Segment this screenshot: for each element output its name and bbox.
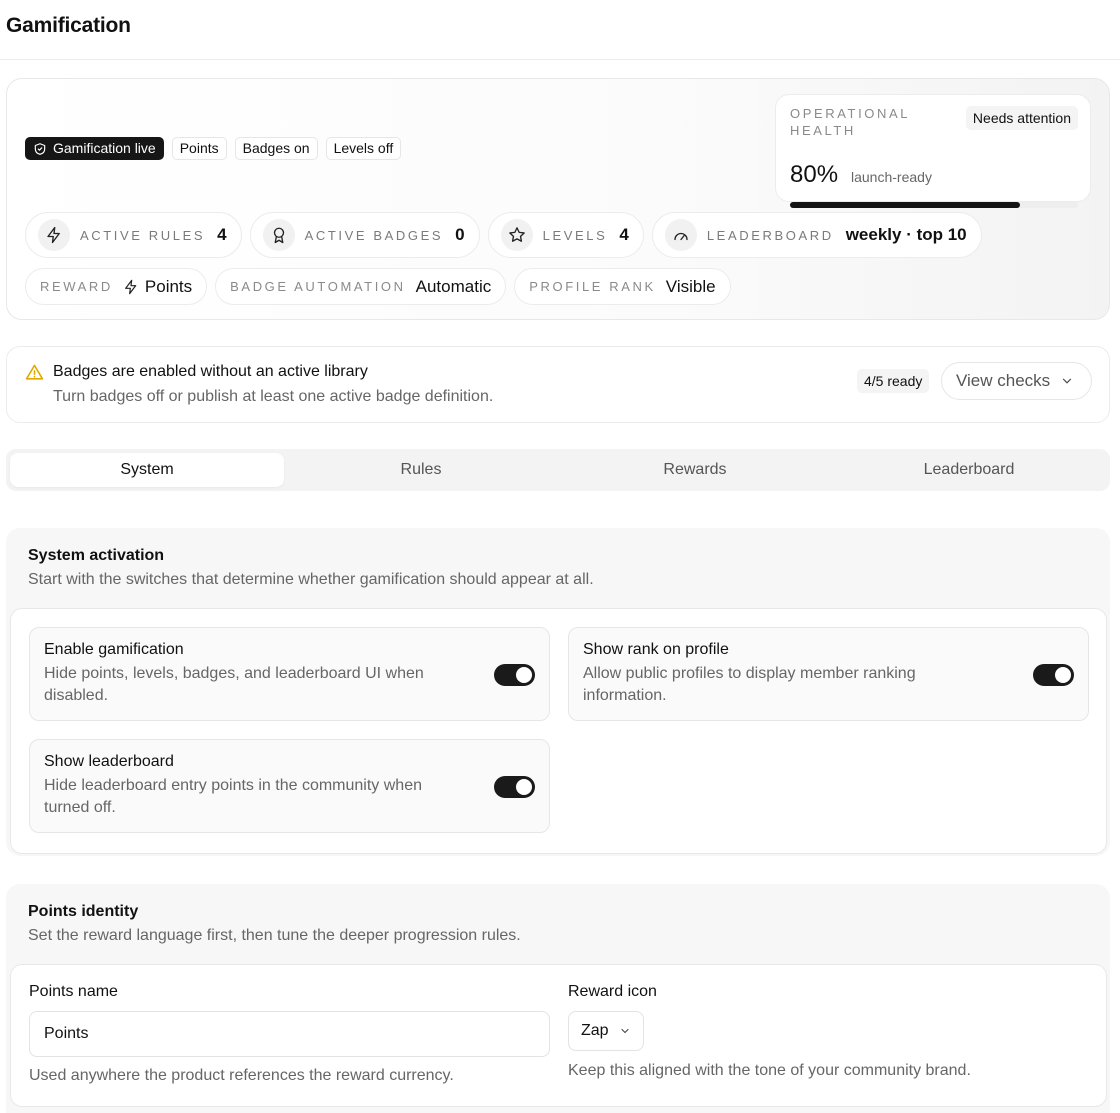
view-checks-button[interactable]: View checks: [941, 362, 1092, 400]
page-header: Gamification: [0, 0, 1120, 60]
shield-check-icon: [34, 142, 46, 155]
chevron-down-icon: [621, 1028, 629, 1034]
badge-library-alert: Badges are enabled without an active lib…: [6, 346, 1110, 423]
show-rank-switch[interactable]: [1033, 664, 1074, 686]
chevron-down-icon: [1063, 378, 1072, 384]
meta-label: BADGE AUTOMATION: [230, 279, 406, 294]
ready-count-badge: 4/5 ready: [857, 369, 930, 393]
meta-value: Visible: [665, 276, 716, 296]
section-title: System activation: [28, 547, 165, 564]
chip-levels-off: Levels off: [325, 137, 402, 160]
reward-icon-value: Zap: [581, 1022, 609, 1039]
reward-icon-label: Reward icon: [568, 983, 657, 1000]
tab-rules[interactable]: Rules: [284, 453, 558, 487]
toggle-show-rank: Show rank on profile Allow public profil…: [568, 627, 1089, 721]
zap-icon: [124, 279, 137, 294]
needs-attention-badge: Needs attention: [965, 106, 1078, 130]
points-identity-section: Points identity Set the reward language …: [6, 884, 1110, 1113]
status-card: Gamification live Points Badges on Level…: [6, 78, 1110, 320]
status-chips: Gamification live Points Badges on Level…: [25, 137, 402, 160]
toggle-show-leaderboard: Show leaderboard Hide leaderboard entry …: [29, 739, 550, 833]
points-identity-form: Points name Used anywhere the product re…: [10, 964, 1107, 1107]
stat-leaderboard: LEADERBOARD weekly · top 10: [651, 212, 982, 258]
system-activation-section: System activation Start with the switche…: [6, 528, 1110, 856]
tab-system[interactable]: System: [10, 453, 284, 487]
health-note: launch-ready: [851, 169, 932, 185]
section-description: Start with the switches that determine w…: [28, 571, 594, 588]
reward-icon-help: Keep this aligned with the tone of your …: [568, 1062, 971, 1079]
alert-description: Turn badges off or publish at least one …: [53, 388, 494, 405]
stat-value: 0: [455, 225, 465, 244]
stat-value: 4: [619, 225, 629, 244]
points-name-input[interactable]: [29, 1011, 550, 1057]
meta-row: REWARD Points BADGE AUTOMATION Automatic…: [25, 268, 731, 305]
stat-levels: LEVELS 4: [487, 212, 644, 258]
toggle-title: Show rank on profile: [583, 641, 729, 658]
meta-value: Automatic: [415, 276, 492, 296]
health-progress-track: [790, 202, 1078, 208]
meta-profile-rank: PROFILE RANK Visible: [514, 268, 731, 305]
stat-active-badges: ACTIVE BADGES 0: [249, 212, 480, 258]
stat-value: weekly · top 10: [845, 225, 967, 244]
meta-label: PROFILE RANK: [529, 279, 656, 294]
meta-label: REWARD: [40, 279, 113, 294]
zap-icon: [38, 219, 70, 251]
health-percent: 80%: [790, 161, 839, 188]
chip-points: Points: [171, 137, 227, 160]
show-leaderboard-switch[interactable]: [494, 776, 535, 798]
stat-active-rules: ACTIVE RULES 4: [25, 212, 242, 258]
toggle-description: Hide points, levels, badges, and leaderb…: [44, 665, 424, 704]
points-name-label: Points name: [29, 983, 118, 1000]
meta-badge-automation: BADGE AUTOMATION Automatic: [215, 268, 507, 305]
page-title: Gamification: [6, 14, 131, 37]
stats-row: ACTIVE RULES 4 ACTIVE BADGES 0 LEVELS 4 …: [25, 212, 982, 258]
reward-icon-select[interactable]: Zap: [568, 1011, 644, 1051]
chip-label: Gamification live: [53, 140, 156, 156]
stat-label: LEADERBOARD: [706, 227, 834, 243]
stat-label: ACTIVE BADGES: [304, 227, 444, 243]
toggle-title: Show leaderboard: [44, 753, 174, 770]
meta-reward: REWARD Points: [25, 268, 208, 305]
view-checks-label: View checks: [956, 371, 1051, 390]
toggle-description: Allow public profiles to display member …: [583, 665, 916, 704]
section-title: Points identity: [28, 903, 139, 920]
tab-rewards[interactable]: Rewards: [558, 453, 832, 487]
star-icon: [500, 219, 533, 251]
enable-gamification-switch[interactable]: [494, 664, 535, 686]
section-description: Set the reward language first, then tune…: [28, 927, 521, 944]
stat-label: ACTIVE RULES: [80, 227, 206, 243]
health-label: OPERATIONAL HEALTH: [790, 106, 910, 138]
tab-leaderboard[interactable]: Leaderboard: [832, 453, 1106, 487]
stat-label: LEVELS: [542, 227, 608, 243]
section-tabs: System Rules Rewards Leaderboard: [6, 449, 1110, 491]
warning-icon: [25, 364, 44, 380]
award-icon: [262, 219, 295, 251]
stat-value: 4: [217, 225, 227, 244]
toggle-description: Hide leaderboard entry points in the com…: [44, 777, 422, 816]
points-name-help: Used anywhere the product references the…: [29, 1067, 454, 1084]
meta-value-text: Points: [144, 276, 193, 296]
toggle-enable-gamification: Enable gamification Hide points, levels,…: [29, 627, 550, 721]
chip-gamification-live: Gamification live: [25, 137, 164, 160]
meta-value: Points: [123, 277, 192, 297]
toggle-grid: Enable gamification Hide points, levels,…: [10, 608, 1107, 854]
health-progress-fill: [790, 202, 1021, 208]
gauge-icon: [664, 219, 697, 251]
alert-title: Badges are enabled without an active lib…: [53, 363, 368, 380]
operational-health-card: OPERATIONAL HEALTH Needs attention 80% l…: [775, 94, 1091, 208]
toggle-title: Enable gamification: [44, 641, 184, 658]
chip-badges-on: Badges on: [234, 137, 318, 160]
